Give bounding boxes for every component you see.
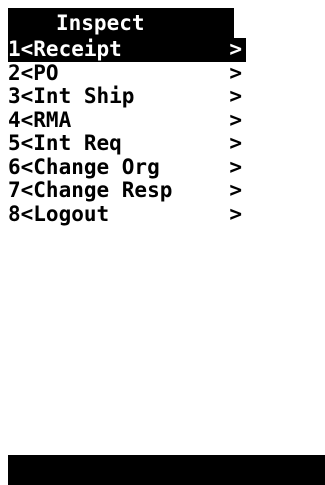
menu-item-logout[interactable]: 8<Logout > bbox=[8, 201, 246, 227]
chevron-right-icon: > bbox=[229, 154, 242, 179]
menu-item-label: 4<RMA bbox=[8, 107, 72, 132]
chevron-right-icon: > bbox=[229, 201, 242, 226]
menu-item-label: 5<Int Req bbox=[8, 131, 122, 155]
menu-item-po[interactable]: 2<PO > bbox=[8, 60, 246, 86]
menu-item-label: 2<PO bbox=[8, 60, 59, 85]
status-bar bbox=[8, 455, 325, 485]
menu-item-label: 7<Change Resp bbox=[8, 178, 173, 202]
menu-item-label: 1<Receipt bbox=[8, 37, 122, 61]
chevron-right-icon: > bbox=[229, 107, 242, 132]
menu-item-rma[interactable]: 4<RMA > bbox=[8, 107, 246, 133]
menu-item-int-ship[interactable]: 3<Int Ship > bbox=[8, 84, 246, 109]
menu-item-change-resp[interactable]: 7<Change Resp > bbox=[8, 178, 246, 203]
menu-item-receipt[interactable]: 1<Receipt > bbox=[8, 37, 246, 62]
menu-item-label: 3<Int Ship bbox=[8, 84, 135, 108]
chevron-right-icon: > bbox=[229, 178, 242, 202]
menu-item-change-org[interactable]: 6<Change Org > bbox=[8, 154, 246, 180]
title-bar: Inspect bbox=[8, 8, 234, 38]
chevron-right-icon: > bbox=[229, 84, 242, 108]
page-title: Inspect bbox=[56, 11, 145, 35]
telnet-screen: Inspect 1<Receipt > 2<PO > 3<Int Ship > … bbox=[0, 0, 325, 485]
menu-item-label: 6<Change Org bbox=[8, 154, 160, 179]
chevron-right-icon: > bbox=[229, 37, 242, 61]
chevron-right-icon: > bbox=[229, 60, 242, 85]
menu-item-label: 8<Logout bbox=[8, 201, 110, 226]
inspect-menu: 1<Receipt > 2<PO > 3<Int Ship > 4<RMA > … bbox=[8, 37, 246, 227]
menu-item-int-req[interactable]: 5<Int Req > bbox=[8, 131, 246, 156]
chevron-right-icon: > bbox=[229, 131, 242, 155]
